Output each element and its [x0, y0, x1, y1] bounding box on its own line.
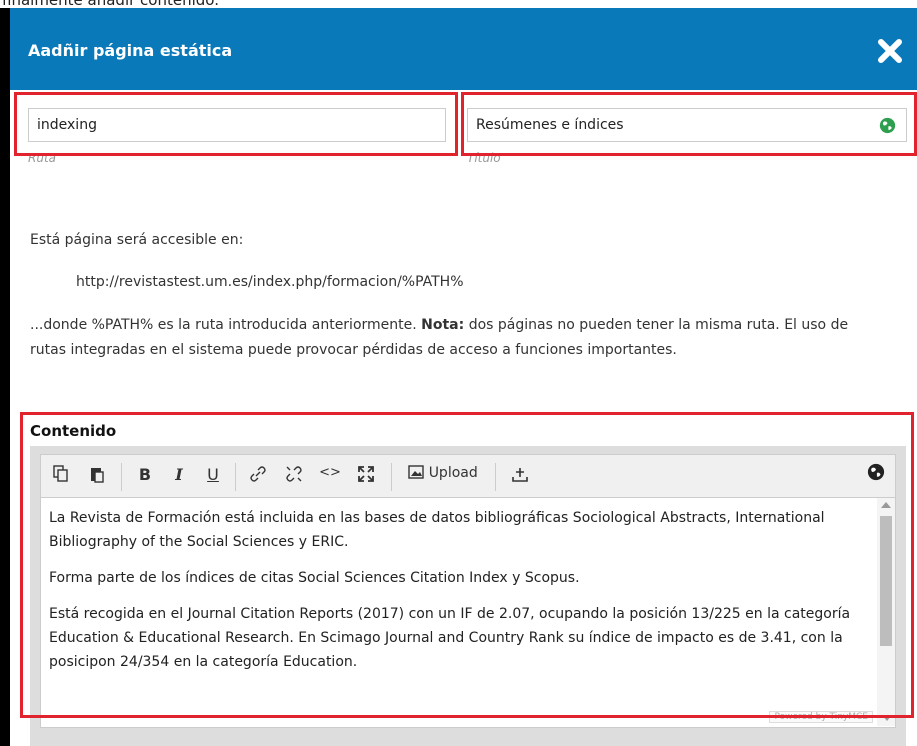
- paste-icon: [91, 468, 104, 483]
- screen: finalmente añadir contenido. Aadñir pági…: [0, 0, 917, 746]
- resize-arrow[interactable]: [883, 716, 891, 721]
- title-field[interactable]: [467, 108, 907, 142]
- scroll-thumb[interactable]: [880, 516, 892, 646]
- content-editor: B I U <> Upload La Revista de Formación …: [30, 446, 906, 746]
- fullscreen-button[interactable]: [353, 465, 379, 487]
- unlink-button[interactable]: [281, 465, 307, 487]
- path-input[interactable]: [35, 116, 419, 134]
- page-url: http://revistastest.um.es/index.php/form…: [76, 274, 464, 290]
- add-static-page-modal: Aadñir página estática Ruta Título Está: [10, 8, 917, 746]
- image-icon: [408, 465, 424, 479]
- paragraph: Está recogida en el Journal Citation Rep…: [49, 606, 851, 670]
- note-suffix: dos páginas no pueden tener la misma rut…: [468, 317, 849, 333]
- paste-button[interactable]: [85, 465, 109, 487]
- powered-by-label: Powered by TinyMCE: [769, 711, 873, 723]
- top-caption-strip: finalmente añadir contenido.: [0, 0, 917, 8]
- paragraph: La Revista de Formación está incluida en…: [49, 510, 825, 550]
- editor-body[interactable]: La Revista de Formación está incluida en…: [40, 498, 896, 728]
- editor-scrollbar[interactable]: [877, 498, 895, 726]
- underline-button[interactable]: U: [201, 465, 225, 487]
- copy-icon: [53, 465, 68, 482]
- path-note-line2: rutas integradas en el sistema puede pro…: [30, 342, 677, 358]
- toolbar-separator: [391, 463, 392, 491]
- upload-button[interactable]: Upload: [401, 465, 485, 487]
- note-prefix: ...donde %PATH% es la ruta introducida a…: [30, 317, 417, 333]
- upload-label: Upload: [428, 465, 478, 481]
- toolbar-separator: [121, 463, 122, 491]
- modal-header: Aadñir página estática: [10, 8, 917, 90]
- unlink-icon: [286, 466, 302, 482]
- editor-globe-button[interactable]: [863, 463, 889, 485]
- title-input[interactable]: [474, 116, 858, 134]
- path-field[interactable]: [28, 108, 446, 142]
- title-label: Título: [467, 151, 501, 165]
- close-icon: [878, 39, 902, 63]
- note-bold: Nota:: [421, 317, 465, 333]
- editor-toolbar: B I U <> Upload: [40, 454, 896, 498]
- backdrop: [0, 8, 10, 746]
- modal-title: Aadñir página estática: [28, 41, 233, 60]
- copy-button[interactable]: [49, 465, 73, 487]
- toolbar-separator: [235, 463, 236, 491]
- toolbar-separator: [495, 463, 496, 491]
- path-note: ...donde %PATH% es la ruta introducida a…: [30, 313, 910, 338]
- paragraph: Forma parte de los índices de citas Soci…: [49, 570, 580, 586]
- italic-button[interactable]: I: [167, 465, 191, 487]
- link-button[interactable]: [245, 465, 271, 487]
- content-heading: Contenido: [30, 422, 117, 440]
- path-label: Ruta: [28, 151, 57, 165]
- insert-icon: [512, 468, 528, 482]
- scroll-up-arrow[interactable]: [881, 502, 891, 508]
- accessible-text: Está página será accesible en:: [30, 232, 244, 248]
- globe-icon[interactable]: [879, 117, 896, 134]
- close-button[interactable]: [877, 38, 903, 64]
- top-caption: finalmente añadir contenido.: [2, 0, 219, 8]
- editor-content[interactable]: La Revista de Formación está incluida en…: [49, 506, 869, 686]
- insert-button[interactable]: [507, 465, 533, 487]
- fullscreen-icon: [358, 466, 374, 482]
- globe-icon: [867, 463, 885, 481]
- link-icon: [250, 466, 266, 482]
- code-button[interactable]: <>: [317, 465, 343, 487]
- bold-button[interactable]: B: [133, 465, 157, 487]
